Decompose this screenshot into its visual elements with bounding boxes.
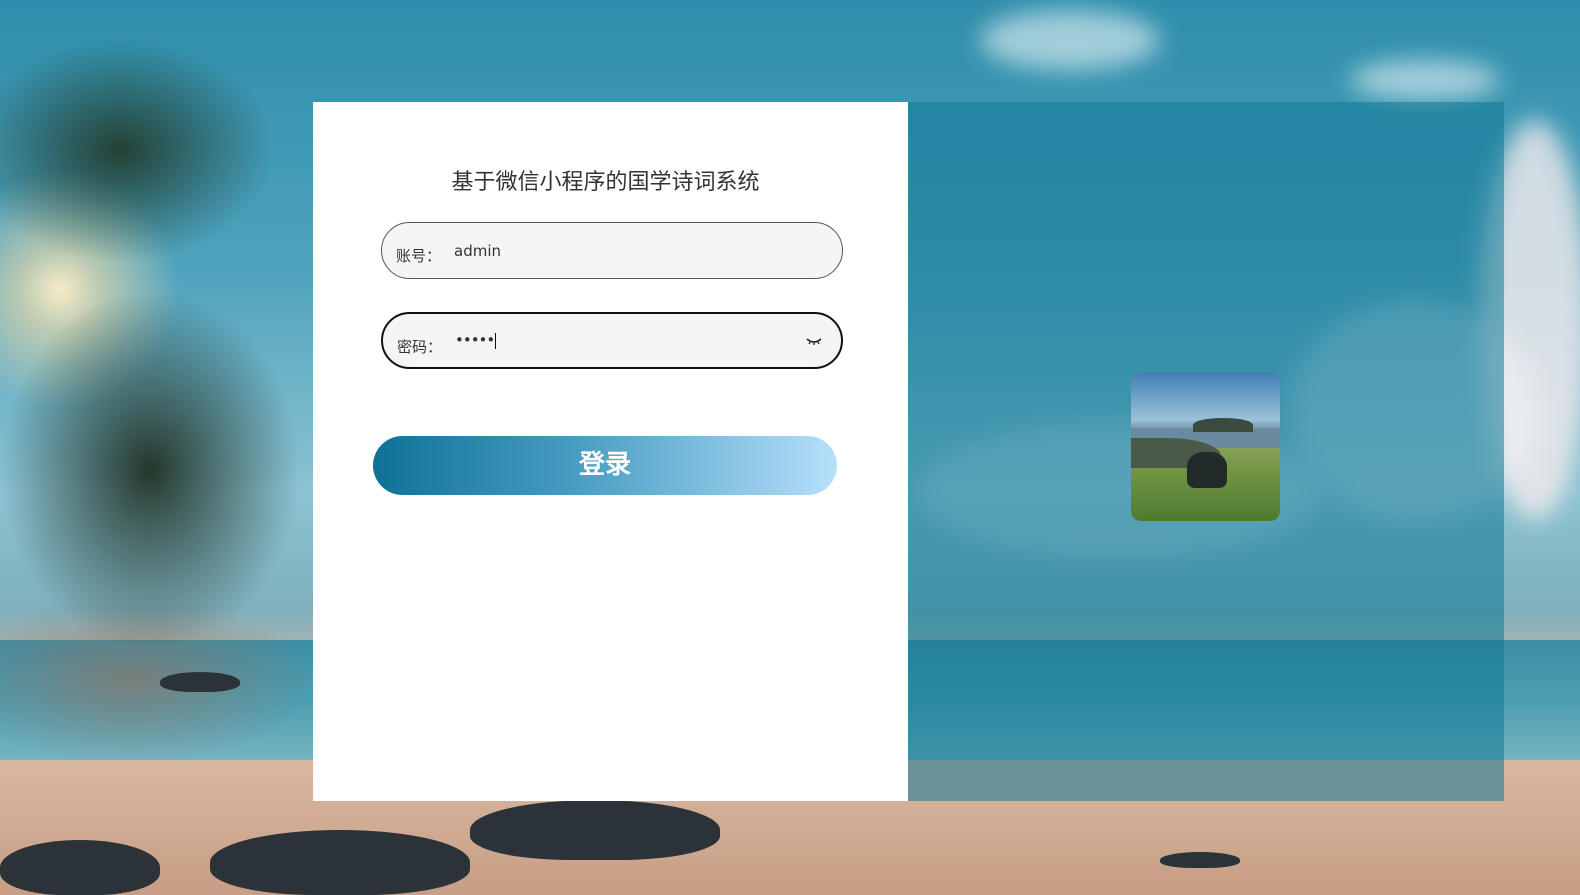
photo-headland [1193, 418, 1253, 432]
login-form-panel: 基于微信小程序的国学诗词系统 账号： admin 密码： ••••• 登录 [313, 102, 908, 801]
password-input[interactable]: ••••• [455, 331, 497, 349]
login-panel: 基于微信小程序的国学诗词系统 账号： admin 密码： ••••• 登录 [313, 102, 1504, 801]
avatar-photo [1131, 372, 1280, 521]
account-label: 账号： [396, 247, 442, 265]
password-label: 密码： [397, 338, 443, 356]
account-field[interactable]: 账号： admin [381, 222, 843, 279]
account-input[interactable]: admin [454, 242, 501, 260]
rock [470, 800, 720, 860]
eye-closed-icon[interactable] [805, 333, 823, 347]
login-button[interactable]: 登录 [373, 436, 837, 495]
photo-person [1187, 452, 1227, 488]
password-field[interactable]: 密码： ••••• [381, 312, 843, 369]
palm-trees [0, 0, 320, 895]
text-cursor [495, 332, 497, 349]
rock [210, 830, 470, 895]
rock [0, 840, 160, 895]
rock [1160, 852, 1240, 868]
cloud [1350, 60, 1500, 100]
page-title: 基于微信小程序的国学诗词系统 [451, 170, 760, 195]
rock [160, 672, 240, 692]
cloud [980, 10, 1160, 70]
password-mask: ••••• [455, 331, 495, 349]
